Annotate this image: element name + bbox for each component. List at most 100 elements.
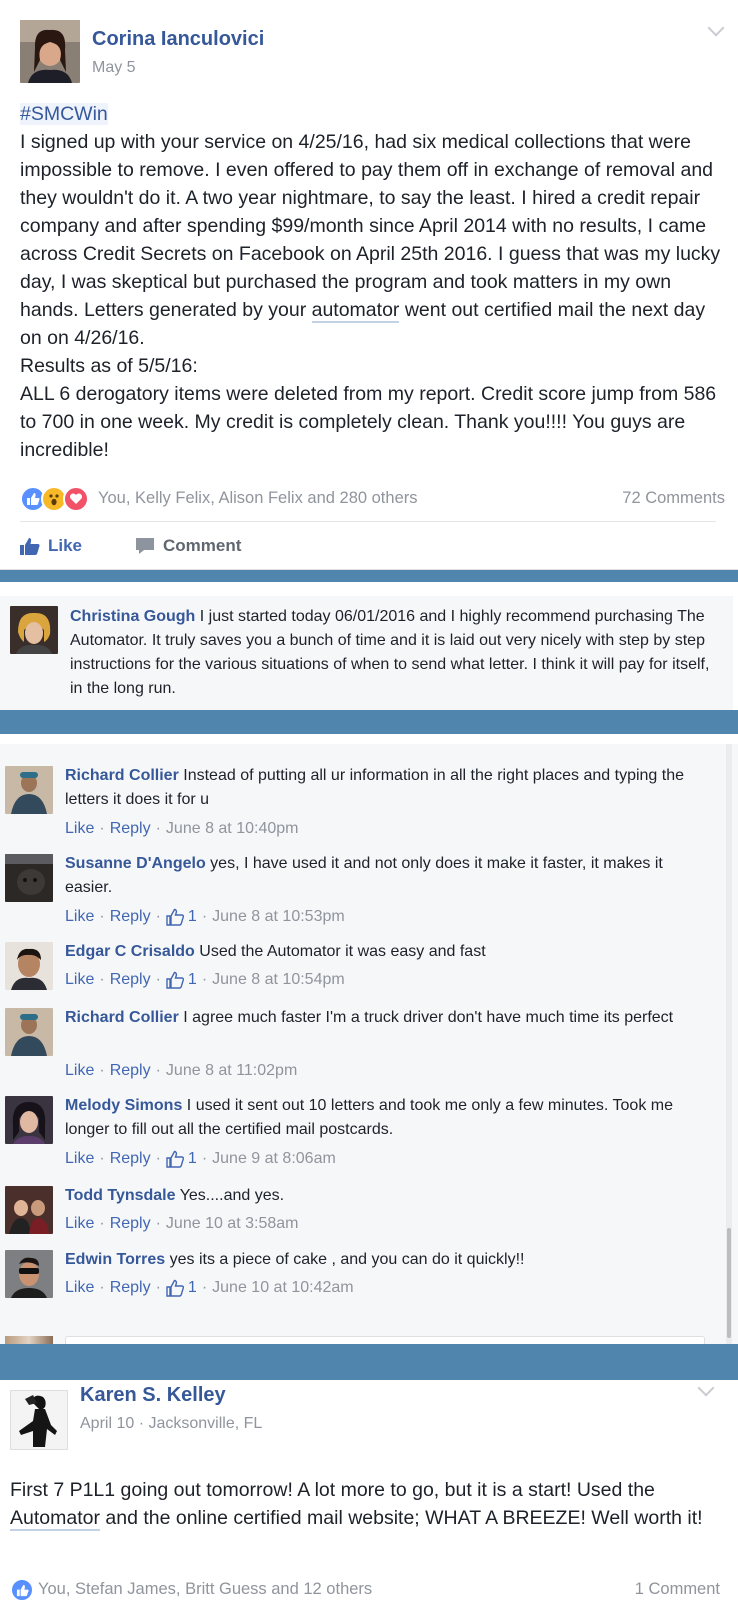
reactions-text[interactable]: You, Stefan James, Britt Guess and 12 ot…: [38, 1580, 372, 1599]
comment-text: Used the Automator it was easy and fast: [194, 943, 486, 960]
thumbs-up-outline-icon[interactable]: [166, 971, 184, 989]
comment-reply-link[interactable]: Reply: [110, 1150, 151, 1168]
avatar[interactable]: [5, 766, 53, 814]
thumbs-up-outline-icon[interactable]: [166, 1279, 184, 1297]
avatar[interactable]: [5, 1096, 53, 1144]
comment-time[interactable]: June 8 at 10:53pm: [212, 908, 345, 926]
separator: ·: [155, 908, 161, 925]
automator-link[interactable]: Automator: [10, 1507, 100, 1531]
commenter-name[interactable]: Christina Gough: [70, 608, 195, 625]
comment-time[interactable]: June 9 at 8:06am: [212, 1150, 336, 1168]
comment-meta: Like · Reply · June 8 at 10:40pm: [65, 820, 298, 838]
comment-like-link[interactable]: Like: [65, 971, 94, 989]
separator: ·: [99, 971, 105, 988]
comment-like-link[interactable]: Like: [65, 1062, 94, 1080]
comment-like-count[interactable]: 1: [188, 908, 197, 926]
reply-input[interactable]: [65, 1336, 705, 1344]
separator: ·: [99, 1279, 105, 1296]
comment-like-count[interactable]: 1: [188, 1150, 197, 1168]
post-author[interactable]: Corina Ianculovici: [92, 28, 264, 51]
comment-body: Richard Collier Instead of putting all u…: [65, 764, 685, 812]
post-text: I signed up with your service on 4/25/16…: [20, 131, 721, 321]
post-author[interactable]: Karen S. Kelley: [80, 1384, 226, 1407]
comment-like-link[interactable]: Like: [65, 908, 94, 926]
scrollbar-thumb[interactable]: [727, 1228, 731, 1338]
results-body: ALL 6 derogatory items were deleted from…: [20, 383, 717, 461]
comment-reply-link[interactable]: Reply: [110, 971, 151, 989]
comment-body: Todd Tynsdale Yes....and yes.: [65, 1184, 685, 1208]
comment-reply-link[interactable]: Reply: [110, 1279, 151, 1297]
avatar[interactable]: [5, 854, 53, 902]
thumbs-up-icon: [20, 538, 40, 555]
post-date[interactable]: May 5: [92, 59, 136, 77]
section-divider: [0, 570, 738, 582]
comments-thread: Richard Collier Instead of putting all u…: [0, 744, 738, 1344]
love-reaction-icon: [63, 486, 89, 512]
commenter-name[interactable]: Edwin Torres: [65, 1251, 165, 1268]
commenter-name[interactable]: Melody Simons: [65, 1097, 182, 1114]
comment-time[interactable]: June 8 at 11:02pm: [166, 1062, 297, 1080]
comments-count[interactable]: 72 Comments: [622, 489, 725, 508]
separator: ·: [201, 908, 208, 925]
comment-reply-link[interactable]: Reply: [110, 1062, 151, 1080]
post-corina: Corina Ianculovici May 5 #SMCWin I signe…: [0, 0, 738, 570]
comment-like-link[interactable]: Like: [65, 1279, 94, 1297]
comment-body: Richard Collier I agree much faster I'm …: [65, 1006, 685, 1030]
comment-reply-link[interactable]: Reply: [110, 1215, 151, 1233]
comment-meta: Like · Reply · June 10 at 3:58am: [65, 1215, 298, 1233]
thumbs-up-outline-icon[interactable]: [166, 908, 184, 926]
reactions-text[interactable]: You, Kelly Felix, Alison Felix and 280 o…: [98, 489, 418, 508]
comment-meta: Like · Reply · 1 · June 8 at 10:54pm: [65, 971, 345, 989]
hashtag-link[interactable]: #SMCWin: [20, 103, 108, 125]
comment-like-count[interactable]: 1: [188, 971, 197, 989]
like-reaction-icon[interactable]: [10, 1578, 34, 1600]
separator: ·: [99, 908, 105, 925]
thumbs-up-outline-icon[interactable]: [166, 1150, 184, 1168]
comment-text: Yes....and yes.: [175, 1187, 285, 1204]
comment-time[interactable]: June 10 at 3:58am: [166, 1215, 299, 1233]
comment-reply-link[interactable]: Reply: [110, 820, 151, 838]
avatar[interactable]: [10, 1390, 68, 1450]
separator: ·: [201, 971, 208, 988]
comment-text: yes its a piece of cake , and you can do…: [165, 1251, 525, 1268]
reaction-icons[interactable]: [20, 486, 92, 512]
avatar[interactable]: [20, 20, 80, 83]
comment-meta: Like · Reply · June 8 at 11:02pm: [65, 1062, 297, 1080]
comment-like-link[interactable]: Like: [65, 820, 94, 838]
commenter-name[interactable]: Todd Tynsdale: [65, 1187, 176, 1204]
avatar[interactable]: [5, 942, 53, 990]
commenter-name[interactable]: Edgar C Crisaldo: [65, 943, 195, 960]
comment-time[interactable]: June 8 at 10:54pm: [212, 971, 345, 989]
separator: ·: [155, 1215, 161, 1232]
comment-body: Edgar C Crisaldo Used the Automator it w…: [65, 940, 685, 964]
separator: ·: [155, 1279, 161, 1296]
automator-link[interactable]: automator: [311, 299, 400, 323]
comment-like-link[interactable]: Like: [65, 1215, 94, 1233]
avatar[interactable]: [5, 1186, 53, 1234]
comment-icon: [136, 538, 154, 554]
post-karen: Karen S. Kelley April 10 · Jacksonville,…: [0, 1379, 738, 1600]
avatar[interactable]: [5, 1250, 53, 1298]
comment-time[interactable]: June 8 at 10:40pm: [166, 820, 299, 838]
commenter-name[interactable]: Richard Collier: [65, 1009, 179, 1026]
like-button[interactable]: Like: [20, 536, 82, 556]
separator: ·: [201, 1279, 208, 1296]
separator: ·: [155, 820, 161, 837]
post-date[interactable]: April 10 · Jacksonville, FL: [80, 1415, 262, 1433]
reactions-row: You, Stefan James, Britt Guess and 12 ot…: [10, 1578, 720, 1600]
comment-like-count[interactable]: 1: [188, 1279, 197, 1297]
avatar[interactable]: [5, 1008, 53, 1056]
commenter-name[interactable]: Richard Collier: [65, 767, 179, 784]
post-text: First 7 P1L1 going out tomorrow! A lot m…: [10, 1479, 655, 1501]
comment-reply-link[interactable]: Reply: [110, 908, 151, 926]
comment-button[interactable]: Comment: [135, 536, 738, 556]
avatar[interactable]: [10, 606, 58, 654]
separator: ·: [99, 1062, 105, 1079]
post-body: #SMCWin I signed up with your service on…: [20, 100, 725, 464]
chevron-down-icon[interactable]: [697, 1379, 715, 1397]
comment-time[interactable]: June 10 at 10:42am: [212, 1279, 353, 1297]
comments-count[interactable]: 1 Comment: [635, 1580, 720, 1599]
commenter-name[interactable]: Susanne D'Angelo: [65, 855, 206, 872]
comment-like-link[interactable]: Like: [65, 1150, 94, 1168]
chevron-down-icon[interactable]: [707, 19, 725, 37]
